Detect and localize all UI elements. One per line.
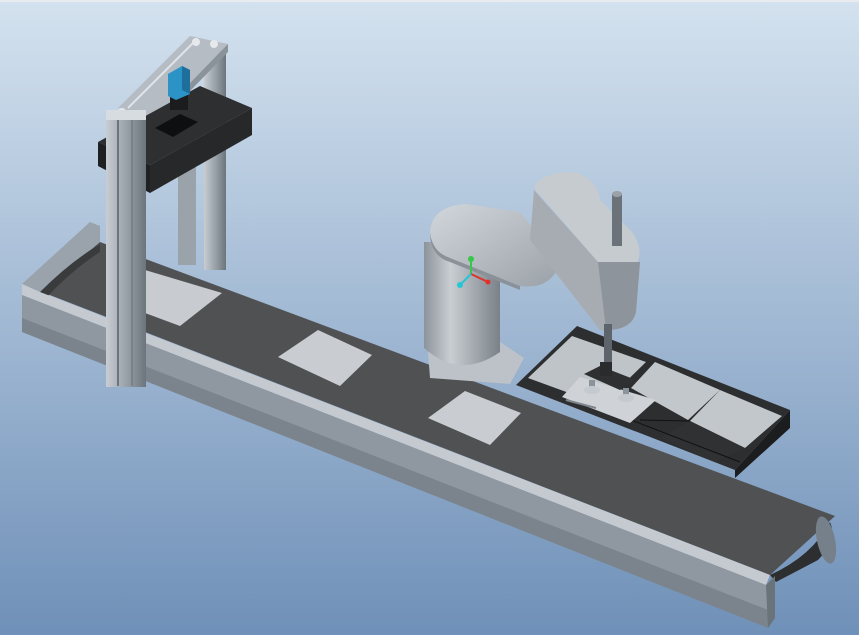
gantry-bolt-2 <box>210 40 218 48</box>
triad-x-handle[interactable] <box>485 279 491 285</box>
gripper-hub <box>600 362 612 376</box>
triad-y-handle[interactable] <box>468 256 474 262</box>
viewport-top-border <box>0 0 859 2</box>
robot-quill-bottom <box>604 324 612 366</box>
triad-z-handle[interactable] <box>457 282 463 288</box>
inspection-camera[interactable] <box>168 66 190 110</box>
robot-quill-cap <box>612 191 622 197</box>
camera-body-side <box>182 66 190 94</box>
scene-canvas[interactable] <box>0 0 859 635</box>
gantry-front-column <box>106 115 146 387</box>
3d-viewport[interactable] <box>0 0 859 635</box>
robot-quill-top <box>612 194 622 246</box>
gantry-bolt-1 <box>192 38 200 46</box>
gantry-front-column-cap <box>106 110 146 120</box>
